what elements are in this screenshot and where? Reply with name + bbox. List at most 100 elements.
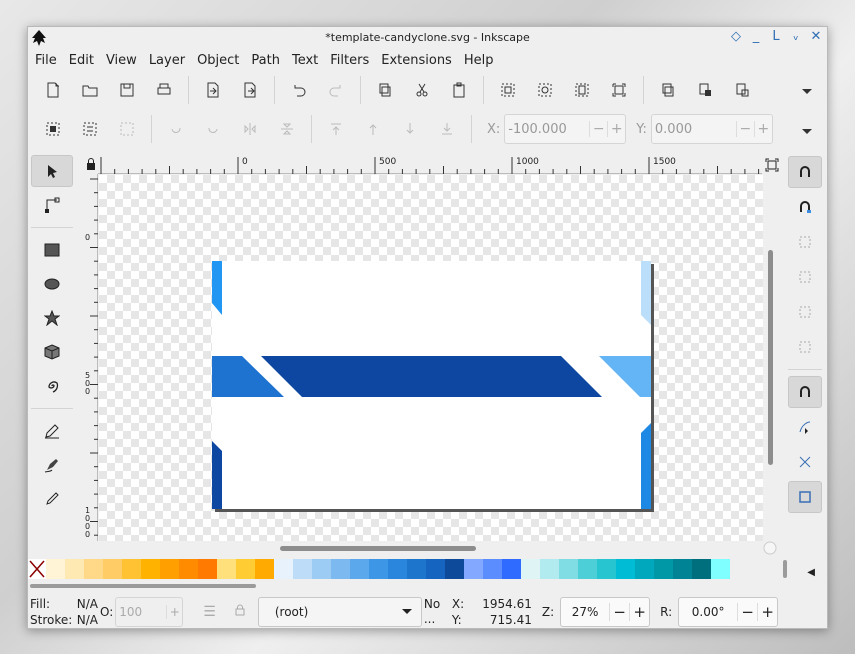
zoom-fit-corner-icon[interactable] xyxy=(765,158,779,176)
color-swatch[interactable] xyxy=(236,559,255,579)
horizontal-scroll-thumb[interactable] xyxy=(280,546,476,551)
menu-layer[interactable]: Layer xyxy=(149,53,193,68)
window-minimize-button[interactable]: _ xyxy=(749,30,763,44)
print-icon[interactable] xyxy=(149,76,179,104)
palette-menu-arrow-icon[interactable]: ◀ xyxy=(807,567,815,578)
snap-page-border-icon[interactable] xyxy=(788,481,822,513)
color-swatch[interactable] xyxy=(692,559,711,579)
drawing-canvas[interactable] xyxy=(99,175,763,541)
color-swatch[interactable] xyxy=(65,559,84,579)
window-menu-button[interactable]: ᵥ xyxy=(789,30,803,44)
clone-icon[interactable] xyxy=(690,76,720,104)
palette-horizontal-thumb[interactable] xyxy=(30,584,256,588)
color-swatch[interactable] xyxy=(84,559,103,579)
x-coordinate-field[interactable]: -100.000 − + xyxy=(504,114,627,144)
paste-icon[interactable] xyxy=(444,76,474,104)
copy-icon[interactable] xyxy=(370,76,400,104)
menu-file[interactable]: File xyxy=(35,53,65,68)
opacity-increment-button[interactable]: + xyxy=(166,604,182,619)
color-swatch[interactable] xyxy=(673,559,692,579)
layer-lock-icon[interactable] xyxy=(234,604,246,619)
color-swatch[interactable] xyxy=(293,559,312,579)
pen-tool-icon[interactable] xyxy=(31,415,73,447)
ruler-lock-icon[interactable] xyxy=(84,157,98,174)
pencil-tool-icon[interactable] xyxy=(31,483,73,515)
cut-icon[interactable] xyxy=(407,76,437,104)
enable-snapping-icon[interactable] xyxy=(788,156,822,188)
vertical-scrollbar[interactable] xyxy=(763,175,777,541)
snap-bounding-box-icon[interactable] xyxy=(788,191,822,223)
new-document-icon[interactable] xyxy=(38,76,68,104)
color-swatch[interactable] xyxy=(122,559,141,579)
color-swatch[interactable] xyxy=(388,559,407,579)
unlink-clone-icon[interactable] xyxy=(727,76,757,104)
menu-help[interactable]: Help xyxy=(464,53,502,68)
save-icon[interactable] xyxy=(112,76,142,104)
node-tool-icon[interactable] xyxy=(31,189,73,221)
color-swatch[interactable] xyxy=(350,559,369,579)
menu-filters[interactable]: Filters xyxy=(330,53,377,68)
color-swatch[interactable] xyxy=(540,559,559,579)
zoom-drawing-icon[interactable] xyxy=(530,76,560,104)
menu-object[interactable]: Object xyxy=(197,53,247,68)
color-swatch[interactable] xyxy=(331,559,350,579)
3d-box-tool-icon[interactable] xyxy=(31,336,73,368)
horizontal-scrollbar[interactable] xyxy=(99,541,763,555)
color-swatch[interactable] xyxy=(179,559,198,579)
color-swatch[interactable] xyxy=(635,559,654,579)
x-increment-button[interactable]: + xyxy=(607,121,625,137)
palette-scroll-thumb[interactable] xyxy=(783,560,787,578)
color-swatch[interactable] xyxy=(426,559,445,579)
window-shade-button[interactable]: ◇ xyxy=(729,30,743,44)
color-swatch[interactable] xyxy=(103,559,122,579)
color-swatch[interactable] xyxy=(483,559,502,579)
color-swatch[interactable] xyxy=(255,559,274,579)
window-maximize-button[interactable]: L xyxy=(769,30,783,44)
undo-icon[interactable] xyxy=(284,76,314,104)
color-swatch[interactable] xyxy=(654,559,673,579)
color-swatch[interactable] xyxy=(502,559,521,579)
menu-view[interactable]: View xyxy=(106,53,145,68)
rotate-increment-button[interactable]: + xyxy=(757,602,777,621)
selector-tool-icon[interactable] xyxy=(31,155,73,187)
zoom-in-button[interactable]: + xyxy=(629,602,649,621)
color-swatch[interactable] xyxy=(559,559,578,579)
menu-edit[interactable]: Edit xyxy=(69,53,102,68)
import-icon[interactable] xyxy=(198,76,228,104)
zoom-field[interactable]: 27% − + xyxy=(560,596,651,627)
color-swatch[interactable] xyxy=(578,559,597,579)
snap-nodes-icon[interactable] xyxy=(788,376,822,408)
color-swatch[interactable] xyxy=(46,559,65,579)
zoom-page-width-icon[interactable] xyxy=(604,76,634,104)
y-decrement-button[interactable]: − xyxy=(735,121,754,137)
star-tool-icon[interactable] xyxy=(31,302,73,334)
color-swatch[interactable] xyxy=(521,559,540,579)
menu-text[interactable]: Text xyxy=(292,53,326,68)
color-swatch[interactable] xyxy=(616,559,635,579)
color-swatch[interactable] xyxy=(407,559,426,579)
snap-paths-icon[interactable] xyxy=(788,411,822,443)
color-swatch[interactable] xyxy=(711,559,730,579)
x-decrement-button[interactable]: − xyxy=(589,121,607,137)
menu-extensions[interactable]: Extensions xyxy=(381,53,460,68)
layers-icon[interactable]: ☰ xyxy=(203,604,216,620)
select-all-icon[interactable] xyxy=(38,115,68,143)
color-swatch[interactable] xyxy=(141,559,160,579)
rotation-field[interactable]: 0.00° − + xyxy=(678,596,779,627)
color-swatch[interactable] xyxy=(597,559,616,579)
rectangle-tool-icon[interactable] xyxy=(31,234,73,266)
color-swatch[interactable] xyxy=(464,559,483,579)
zoom-page-icon[interactable] xyxy=(567,76,597,104)
color-swatch[interactable] xyxy=(217,559,236,579)
palette-scrollbar[interactable] xyxy=(28,581,788,589)
zoom-out-button[interactable]: − xyxy=(609,602,629,621)
rotate-decrement-button[interactable]: − xyxy=(737,602,757,621)
menu-path[interactable]: Path xyxy=(251,53,288,68)
select-all-layers-icon[interactable] xyxy=(75,115,105,143)
export-icon[interactable] xyxy=(235,76,265,104)
color-management-toggle-icon[interactable] xyxy=(763,541,777,555)
y-coordinate-field[interactable]: 0.000 − + xyxy=(650,114,773,144)
color-swatch[interactable] xyxy=(312,559,331,579)
ellipse-tool-icon[interactable] xyxy=(31,268,73,300)
toolbar-overflow-chevron-icon[interactable] xyxy=(801,85,813,100)
